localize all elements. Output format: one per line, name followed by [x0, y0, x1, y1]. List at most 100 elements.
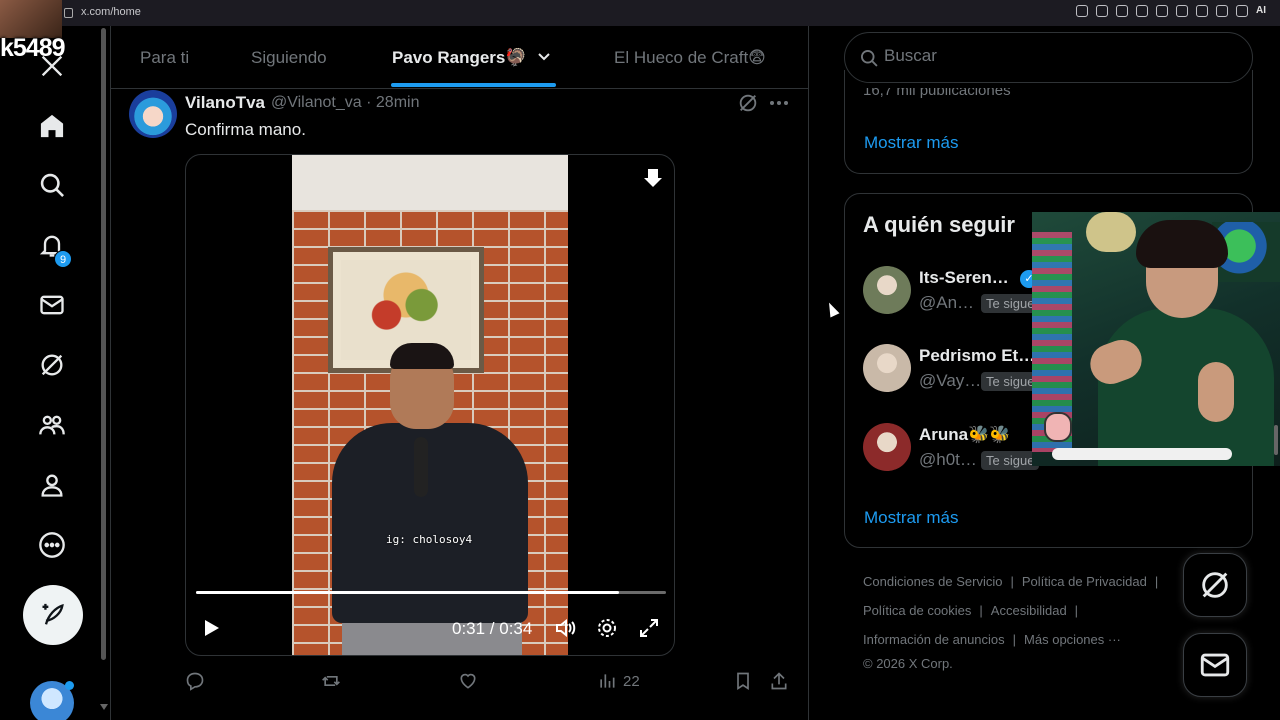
- repost-button[interactable]: [321, 671, 341, 691]
- grok-icon[interactable]: [737, 92, 759, 114]
- suggestion-handle[interactable]: @Vay…: [919, 371, 981, 391]
- communities-icon[interactable]: [34, 407, 70, 443]
- like-button[interactable]: [458, 671, 478, 691]
- video-ceiling: [292, 155, 568, 210]
- share-button[interactable]: [769, 671, 789, 691]
- address-bar[interactable]: x.com/home: [64, 6, 141, 18]
- grok-icon[interactable]: [34, 347, 70, 383]
- tab-siguiendo[interactable]: Siguiendo: [251, 48, 327, 68]
- trends-show-more-link[interactable]: Mostrar más: [864, 133, 958, 153]
- webcam-lamp: [1086, 212, 1136, 252]
- cookies-link[interactable]: Política de cookies: [863, 603, 971, 618]
- follows-you-badge: Te sigue: [981, 372, 1040, 391]
- video-microphone: [414, 437, 428, 497]
- video-progress-fill: [196, 591, 619, 594]
- views-count: 22: [623, 672, 640, 690]
- suggestion-avatar[interactable]: [863, 344, 911, 392]
- video-player[interactable]: ig: cholosoy4 0:31 / 0:34: [185, 154, 675, 656]
- suggestion-handle[interactable]: @An…: [919, 293, 974, 313]
- suggestion-name[interactable]: Its-Seren…: [919, 268, 1009, 288]
- url-text[interactable]: x.com/home: [81, 6, 141, 18]
- tab-el-hueco-de-craft[interactable]: El Hueco de Craft😨: [614, 48, 766, 68]
- download-arrow-icon[interactable]: [642, 167, 664, 189]
- download-icon[interactable]: [1236, 5, 1248, 17]
- heart-icon: [460, 673, 476, 689]
- page-scrollbar[interactable]: [1274, 425, 1278, 455]
- compose-post-button[interactable]: [23, 585, 83, 645]
- shield-icon[interactable]: [1136, 5, 1148, 17]
- webcam-person-hair: [1136, 220, 1228, 268]
- heart-icon[interactable]: [1176, 5, 1188, 17]
- share-icon: [771, 672, 787, 690]
- webcam-person-body: [1098, 308, 1274, 466]
- search-input[interactable]: [884, 46, 1234, 66]
- active-tab-indicator: [391, 83, 556, 87]
- analytics-icon: [600, 674, 615, 688]
- tweet-handle-time[interactable]: @Vilanot_va · 28min: [271, 94, 419, 112]
- tab-para-ti[interactable]: Para ti: [140, 48, 189, 68]
- grok-floating-button[interactable]: [1183, 553, 1247, 617]
- bookmark-icon[interactable]: [1116, 5, 1128, 17]
- tweet-avatar[interactable]: [129, 90, 177, 138]
- scroll-down-arrow-icon[interactable]: [100, 704, 108, 710]
- grok-icon: [1202, 572, 1228, 598]
- reply-icon: [186, 672, 204, 691]
- settings-gear-icon[interactable]: [596, 617, 618, 639]
- terms-link[interactable]: Condiciones de Servicio: [863, 574, 1002, 589]
- fullscreen-icon[interactable]: [638, 617, 660, 639]
- play-icon[interactable]: [1156, 5, 1168, 17]
- copyright-text: © 2026 X Corp.: [863, 656, 953, 671]
- bookmark-icon: [737, 672, 749, 691]
- tweet-author-name[interactable]: VilanoTva: [185, 93, 265, 113]
- ads-info-link[interactable]: Información de anuncios: [863, 632, 1005, 647]
- video-time: 0:31 / 0:34: [452, 619, 533, 638]
- messages-floating-button[interactable]: [1183, 633, 1247, 697]
- views-button[interactable]: 22: [597, 671, 640, 691]
- who-to-follow-title: A quién seguir: [863, 212, 1015, 237]
- tab-pavo-rangers[interactable]: Pavo Rangers🦃: [392, 48, 527, 68]
- suggestion-avatar[interactable]: [863, 423, 911, 471]
- more-icon[interactable]: [34, 527, 70, 563]
- home-icon[interactable]: [34, 108, 70, 144]
- who-to-follow-show-more-link[interactable]: Mostrar más: [864, 508, 958, 528]
- search-bar[interactable]: [844, 32, 1253, 83]
- follows-you-badge: Te sigue: [981, 294, 1040, 313]
- bookmark-button[interactable]: [733, 671, 753, 691]
- video-progress-bar[interactable]: [196, 591, 666, 594]
- suggestion-avatar[interactable]: [863, 266, 911, 314]
- puzzle-icon[interactable]: [1196, 5, 1208, 17]
- messages-icon[interactable]: [34, 287, 70, 323]
- suggestion-name[interactable]: Aruna🐝🐝: [919, 425, 1010, 445]
- volume-icon[interactable]: [554, 617, 576, 639]
- account-avatar[interactable]: [30, 681, 74, 720]
- notifications-badge: 9: [54, 250, 72, 268]
- suggestion-handle[interactable]: @h0t…: [919, 450, 977, 470]
- more-options-link[interactable]: Más opciones ···: [1024, 632, 1121, 647]
- explore-icon[interactable]: [34, 167, 70, 203]
- accessibility-link[interactable]: Accesibilidad: [991, 603, 1067, 618]
- webcam-desk: [1052, 448, 1232, 460]
- pin-icon[interactable]: [1096, 5, 1108, 17]
- timeline: Para ti Siguiendo Pavo Rangers🦃 El Hueco…: [110, 26, 809, 720]
- video-frame[interactable]: ig: cholosoy4: [292, 155, 568, 655]
- trends-panel: 16,7 mil publicaciones Mostrar más: [844, 70, 1253, 174]
- zoom-icon[interactable]: [1076, 5, 1088, 17]
- chevron-down-icon[interactable]: [537, 50, 551, 64]
- privacy-link[interactable]: Política de Privacidad: [1022, 574, 1147, 589]
- profile-icon[interactable]: [34, 467, 70, 503]
- webcam-mascot: [1044, 412, 1072, 442]
- timeline-tabs: Para ti Siguiendo Pavo Rangers🦃 El Hueco…: [111, 26, 808, 89]
- more-options-icon[interactable]: [769, 100, 789, 106]
- ai-button[interactable]: AI: [1256, 5, 1266, 17]
- play-icon[interactable]: [200, 617, 222, 639]
- search-icon: [861, 50, 878, 67]
- video-person-hair: [390, 343, 454, 369]
- tweet-text: Confirma mano.: [185, 120, 306, 139]
- x-logo-icon[interactable]: [34, 48, 70, 84]
- reply-button[interactable]: [185, 671, 205, 691]
- suggestion-name[interactable]: Pedrismo Et…: [919, 346, 1035, 366]
- lock-icon: [64, 8, 73, 18]
- trend-post-count: 16,7 mil publicaciones: [863, 82, 1011, 99]
- account-icon[interactable]: [1216, 5, 1228, 17]
- scrollbar[interactable]: [101, 28, 106, 660]
